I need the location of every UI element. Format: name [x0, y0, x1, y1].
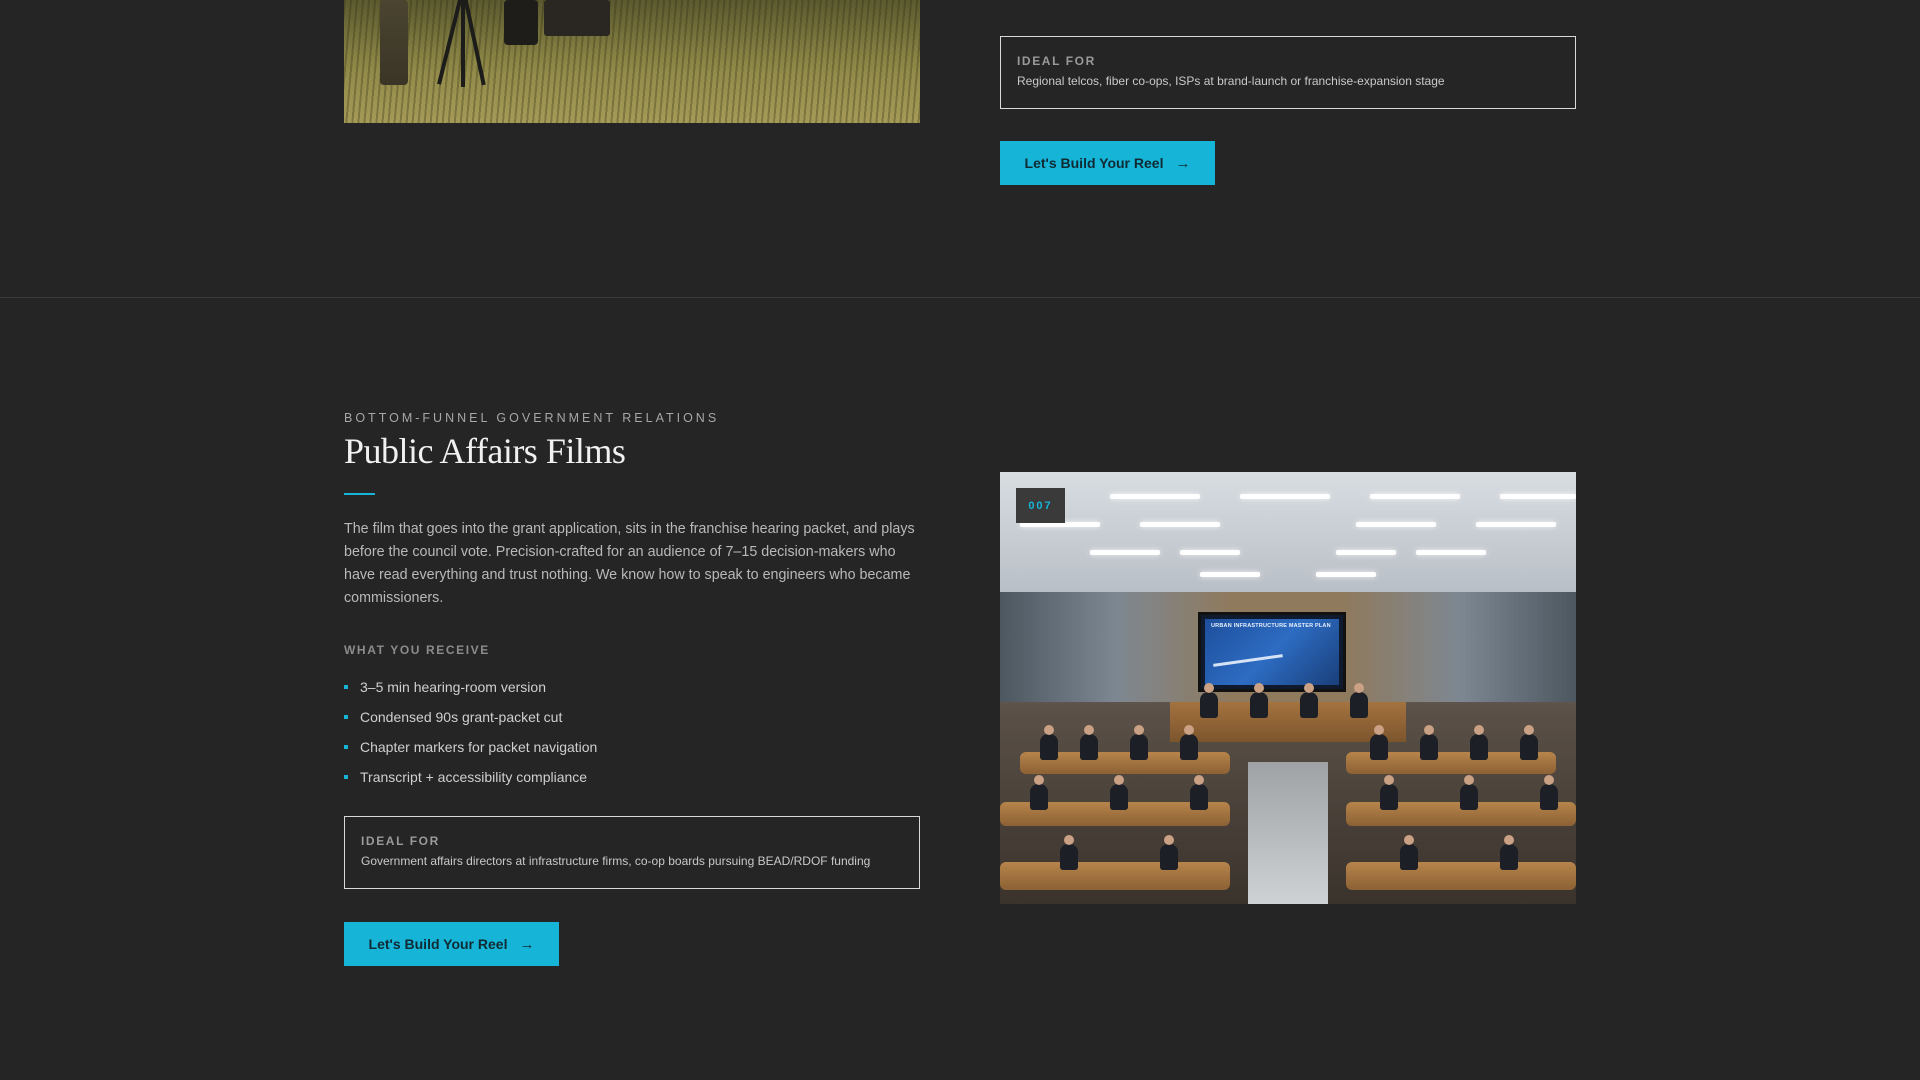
- list-item: Chapter markers for packet navigation: [344, 732, 597, 762]
- deliverables-list: 3–5 min hearing-room version Condensed 9…: [344, 672, 597, 792]
- what-you-receive-label: WHAT YOU RECEIVE: [344, 643, 490, 657]
- ideal-for-text: Government affairs directors at infrastr…: [361, 854, 871, 868]
- crew-member-figure: [504, 0, 538, 45]
- build-reel-button[interactable]: Let's Build Your Reel →: [344, 922, 559, 966]
- section-eyebrow: BOTTOM-FUNNEL GOVERNMENT RELATIONS: [344, 411, 720, 425]
- build-reel-button-label: Let's Build Your Reel: [368, 936, 508, 952]
- ideal-for-label: IDEAL FOR: [1017, 54, 1096, 68]
- section-divider: [0, 297, 1920, 298]
- section-description: The film that goes into the grant applic…: [344, 521, 915, 606]
- field-crew-photo: [344, 0, 920, 123]
- presentation-screen: URBAN INFRASTRUCTURE MASTER PLAN: [1198, 612, 1346, 692]
- ideal-for-box: IDEAL FOR Government affairs directors a…: [344, 816, 920, 889]
- ideal-for-text: Regional telcos, fiber co-ops, ISPs at b…: [1017, 74, 1445, 88]
- list-item-label: Chapter markers for packet navigation: [360, 739, 598, 755]
- floor: [1248, 762, 1328, 904]
- screen-caption: URBAN INFRASTRUCTURE MASTER PLAN: [1211, 623, 1331, 629]
- list-item-label: 3–5 min hearing-room version: [360, 679, 546, 695]
- ideal-for-box: IDEAL FOR Regional telcos, fiber co-ops,…: [1000, 36, 1576, 109]
- bullet-icon: [344, 685, 348, 689]
- build-reel-button-label: Let's Build Your Reel: [1024, 155, 1164, 171]
- list-item: Condensed 90s grant-packet cut: [344, 702, 597, 732]
- section-title: Public Affairs Films: [344, 431, 626, 471]
- list-item: Transcript + accessibility compliance: [344, 762, 597, 792]
- arrow-right-icon: →: [1175, 154, 1191, 172]
- page: IDEAL FOR Regional telcos, fiber co-ops,…: [0, 0, 1920, 1080]
- bullet-icon: [344, 715, 348, 719]
- council-chamber-photo: URBAN INFRASTRUCTURE MASTER PLAN: [1000, 472, 1576, 904]
- ceiling: [1000, 472, 1576, 592]
- bullet-icon: [344, 745, 348, 749]
- list-item-label: Condensed 90s grant-packet cut: [360, 709, 563, 725]
- accent-rule: [344, 493, 375, 495]
- build-reel-button[interactable]: Let's Build Your Reel →: [1000, 141, 1215, 185]
- bullet-icon: [344, 775, 348, 779]
- list-item: 3–5 min hearing-room version: [344, 672, 597, 702]
- list-item-label: Transcript + accessibility compliance: [360, 769, 588, 785]
- arrow-right-icon: →: [519, 935, 535, 953]
- equipment-case: [544, 0, 610, 36]
- image-number-badge: 007: [1016, 488, 1065, 523]
- ideal-for-label: IDEAL FOR: [361, 834, 440, 848]
